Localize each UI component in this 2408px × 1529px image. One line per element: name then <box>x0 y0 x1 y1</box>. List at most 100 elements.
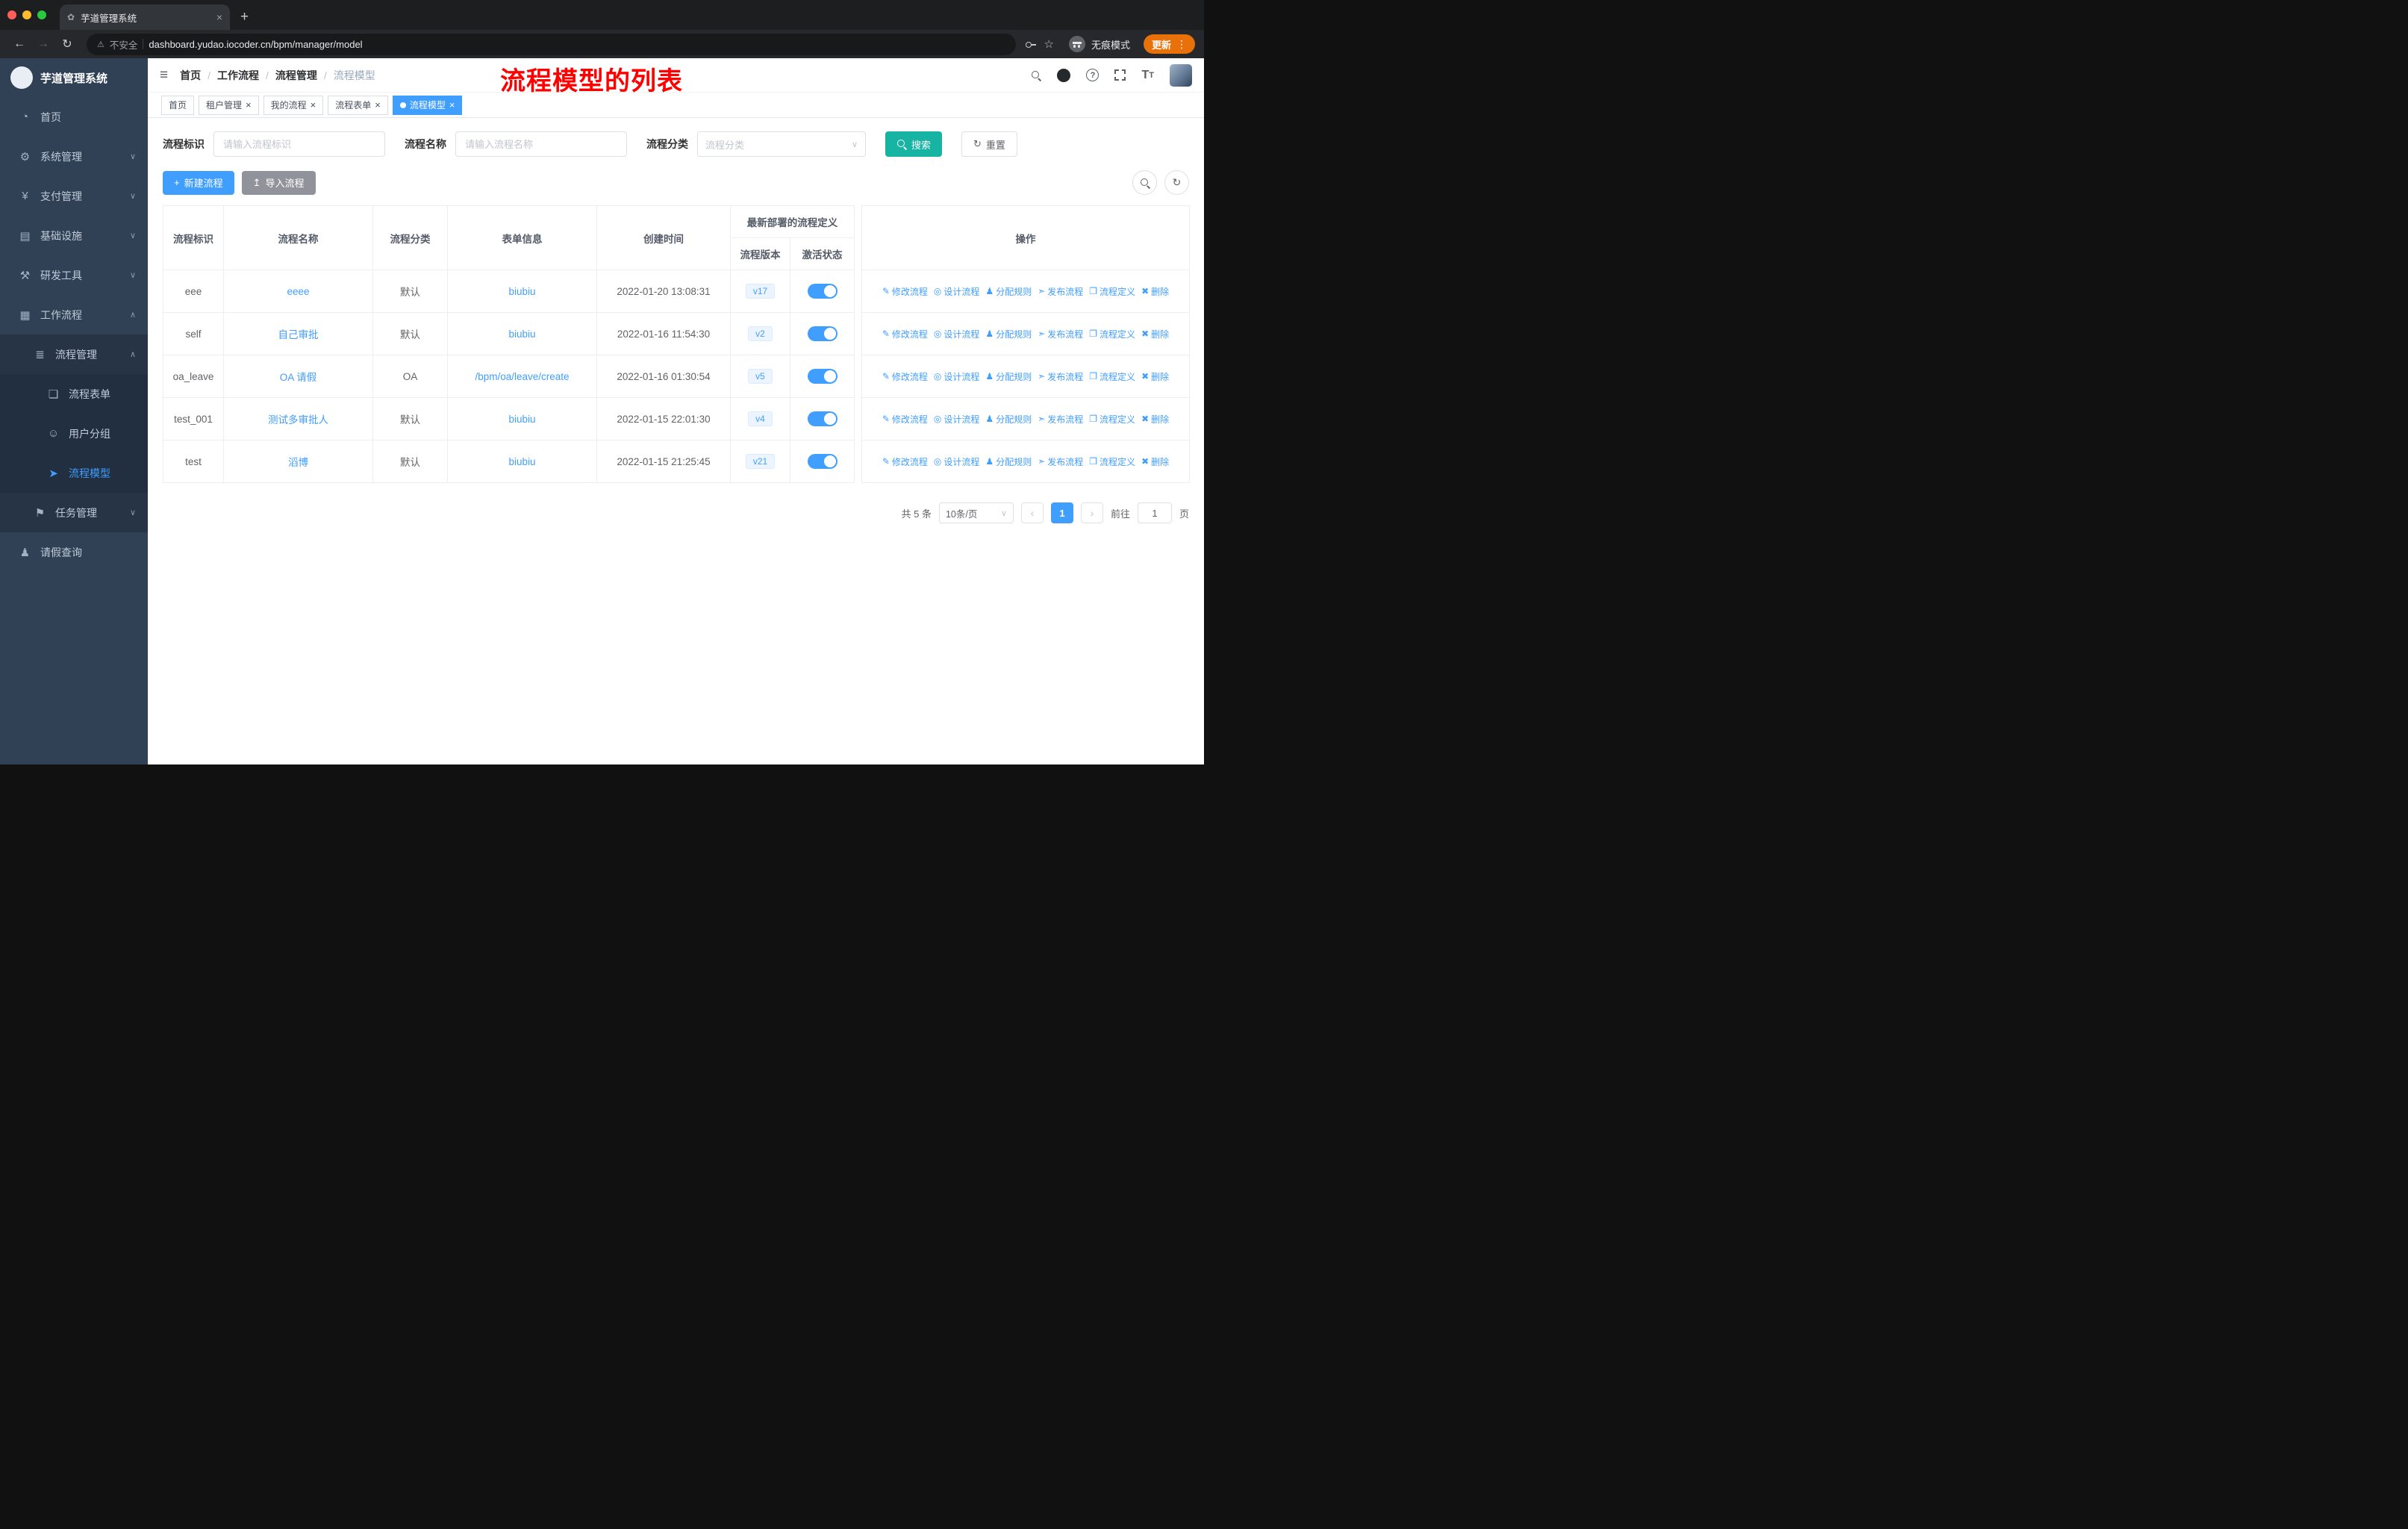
delete-link[interactable]: ✖ 删除 <box>1141 285 1169 298</box>
tag-tenant-management[interactable]: 租户管理 × <box>199 95 259 115</box>
publish-process-link[interactable]: ➣ 发布流程 <box>1038 285 1083 298</box>
search-button[interactable]: 搜索 <box>885 131 943 157</box>
update-button[interactable]: 更新 ⋮ <box>1143 34 1195 54</box>
form-info-link[interactable]: biubiu <box>508 286 535 297</box>
delete-link[interactable]: ✖ 删除 <box>1141 455 1169 468</box>
font-size-icon[interactable]: TT <box>1141 69 1154 82</box>
process-name-link[interactable]: 测试多审批人 <box>268 414 328 426</box>
design-process-link[interactable]: ◎ 设计流程 <box>934 413 980 426</box>
sidebar-collapse-button[interactable]: ≡ <box>160 67 168 84</box>
page-size-select[interactable]: 10条/页 ∨ <box>938 502 1014 523</box>
new-tab-button[interactable]: + <box>240 9 249 25</box>
github-icon[interactable] <box>1057 68 1071 82</box>
security-label[interactable]: 不安全 <box>110 37 138 52</box>
tag-my-process[interactable]: 我的流程 × <box>263 95 324 115</box>
design-process-link[interactable]: ◎ 设计流程 <box>934 455 980 468</box>
fullscreen-icon[interactable] <box>1114 69 1127 81</box>
modify-process-link[interactable]: ✎ 修改流程 <box>882 328 928 340</box>
process-definition-link[interactable]: ❐ 流程定义 <box>1089 370 1135 383</box>
close-window-button[interactable] <box>7 10 16 19</box>
create-process-button[interactable]: + 新建流程 <box>163 170 234 195</box>
sidebar-item-system[interactable]: ⚙ 系统管理 ∨ <box>0 137 148 176</box>
active-toggle[interactable] <box>807 326 838 341</box>
tag-close-icon[interactable]: × <box>375 99 381 110</box>
app-logo-row[interactable]: 芋道管理系统 <box>0 58 148 97</box>
goto-page-input[interactable] <box>1137 502 1172 523</box>
assign-rule-link[interactable]: ♟ 分配规则 <box>985 455 1032 468</box>
process-definition-link[interactable]: ❐ 流程定义 <box>1089 413 1135 426</box>
delete-link[interactable]: ✖ 删除 <box>1141 413 1169 426</box>
publish-process-link[interactable]: ➣ 发布流程 <box>1038 370 1083 383</box>
active-toggle[interactable] <box>807 369 838 384</box>
sidebar-item-workflow[interactable]: ▦ 工作流程 ∧ <box>0 295 148 334</box>
breadcrumb-item[interactable]: 工作流程 <box>217 68 259 83</box>
sidebar-item-leave-query[interactable]: ♟ 请假查询 <box>0 532 148 572</box>
sidebar-item-payment[interactable]: ¥ 支付管理 ∨ <box>0 176 148 216</box>
design-process-link[interactable]: ◎ 设计流程 <box>934 285 980 298</box>
process-name-link[interactable]: OA 请假 <box>280 372 317 383</box>
back-button[interactable]: ← <box>9 37 30 51</box>
form-info-link[interactable]: biubiu <box>508 456 535 467</box>
password-key-icon[interactable] <box>1025 38 1037 50</box>
reset-button[interactable]: ↻ 重置 <box>961 131 1017 157</box>
browser-menu-icon[interactable]: ⋮ <box>1176 38 1187 51</box>
process-name-link[interactable]: 自己审批 <box>278 329 319 340</box>
form-info-link[interactable]: biubiu <box>508 328 535 340</box>
category-select[interactable]: 流程分类 ∨ <box>697 131 866 157</box>
design-process-link[interactable]: ◎ 设计流程 <box>934 328 980 340</box>
sidebar-item-process-model[interactable]: ➤ 流程模型 <box>0 453 148 493</box>
tag-process-form[interactable]: 流程表单 × <box>328 95 388 115</box>
active-toggle[interactable] <box>807 411 838 426</box>
bookmark-star-icon[interactable]: ☆ <box>1044 37 1054 51</box>
reload-button[interactable]: ↻ <box>57 37 78 52</box>
sidebar-item-home[interactable]: ◔ 首页 <box>0 97 148 137</box>
minimize-window-button[interactable] <box>22 10 31 19</box>
url-text[interactable]: dashboard.yudao.iocoder.cn/bpm/manager/m… <box>149 39 362 50</box>
breadcrumb-item[interactable]: 首页 <box>180 68 201 83</box>
process-name-link[interactable]: 滔博 <box>288 457 308 468</box>
assign-rule-link[interactable]: ♟ 分配规则 <box>985 370 1032 383</box>
modify-process-link[interactable]: ✎ 修改流程 <box>882 285 928 298</box>
sidebar-item-process-form[interactable]: ❏ 流程表单 <box>0 374 148 414</box>
toggle-search-button[interactable] <box>1132 170 1157 195</box>
refresh-table-button[interactable]: ↻ <box>1164 170 1189 195</box>
active-toggle[interactable] <box>807 284 838 299</box>
tag-close-icon[interactable]: × <box>311 99 316 110</box>
help-icon[interactable]: ? <box>1086 69 1099 81</box>
prev-page-button[interactable]: ‹ <box>1020 502 1044 523</box>
publish-process-link[interactable]: ➣ 发布流程 <box>1038 455 1083 468</box>
sidebar-item-task-management[interactable]: ⚑ 任务管理 ∨ <box>0 493 148 532</box>
process-definition-link[interactable]: ❐ 流程定义 <box>1089 328 1135 340</box>
form-info-link[interactable]: biubiu <box>508 414 535 425</box>
user-avatar[interactable] <box>1170 63 1192 87</box>
modify-process-link[interactable]: ✎ 修改流程 <box>882 455 928 468</box>
tab-close-icon[interactable]: × <box>216 11 222 23</box>
assign-rule-link[interactable]: ♟ 分配规则 <box>985 413 1032 426</box>
tag-close-icon[interactable]: × <box>246 99 252 110</box>
sidebar-item-user-group[interactable]: ☺ 用户分组 <box>0 414 148 453</box>
process-definition-link[interactable]: ❐ 流程定义 <box>1089 455 1135 468</box>
tag-close-icon[interactable]: × <box>449 99 455 110</box>
delete-link[interactable]: ✖ 删除 <box>1141 370 1169 383</box>
sidebar-item-devtools[interactable]: ⚒ 研发工具 ∨ <box>0 255 148 295</box>
process-id-input[interactable] <box>213 131 385 157</box>
process-name-input[interactable] <box>455 131 627 157</box>
breadcrumb-item[interactable]: 流程管理 <box>275 68 317 83</box>
active-toggle[interactable] <box>807 454 838 469</box>
forward-button[interactable]: → <box>33 37 54 51</box>
design-process-link[interactable]: ◎ 设计流程 <box>934 370 980 383</box>
search-icon[interactable] <box>1031 70 1041 81</box>
page-1-button[interactable]: 1 <box>1050 502 1073 523</box>
sidebar-item-infrastructure[interactable]: ▤ 基础设施 ∨ <box>0 216 148 255</box>
modify-process-link[interactable]: ✎ 修改流程 <box>882 413 928 426</box>
next-page-button[interactable]: › <box>1080 502 1103 523</box>
address-bar[interactable]: ⚠ 不安全 dashboard.yudao.iocoder.cn/bpm/man… <box>87 33 1016 55</box>
modify-process-link[interactable]: ✎ 修改流程 <box>882 370 928 383</box>
assign-rule-link[interactable]: ♟ 分配规则 <box>985 328 1032 340</box>
process-name-link[interactable]: eeee <box>287 286 309 297</box>
import-process-button[interactable]: ↥ 导入流程 <box>241 170 316 195</box>
publish-process-link[interactable]: ➣ 发布流程 <box>1038 328 1083 340</box>
sidebar-item-process-management[interactable]: ≣ 流程管理 ∧ <box>0 334 148 374</box>
zoom-window-button[interactable] <box>37 10 46 19</box>
browser-tab[interactable]: ✿ 芋道管理系统 × <box>60 4 230 30</box>
